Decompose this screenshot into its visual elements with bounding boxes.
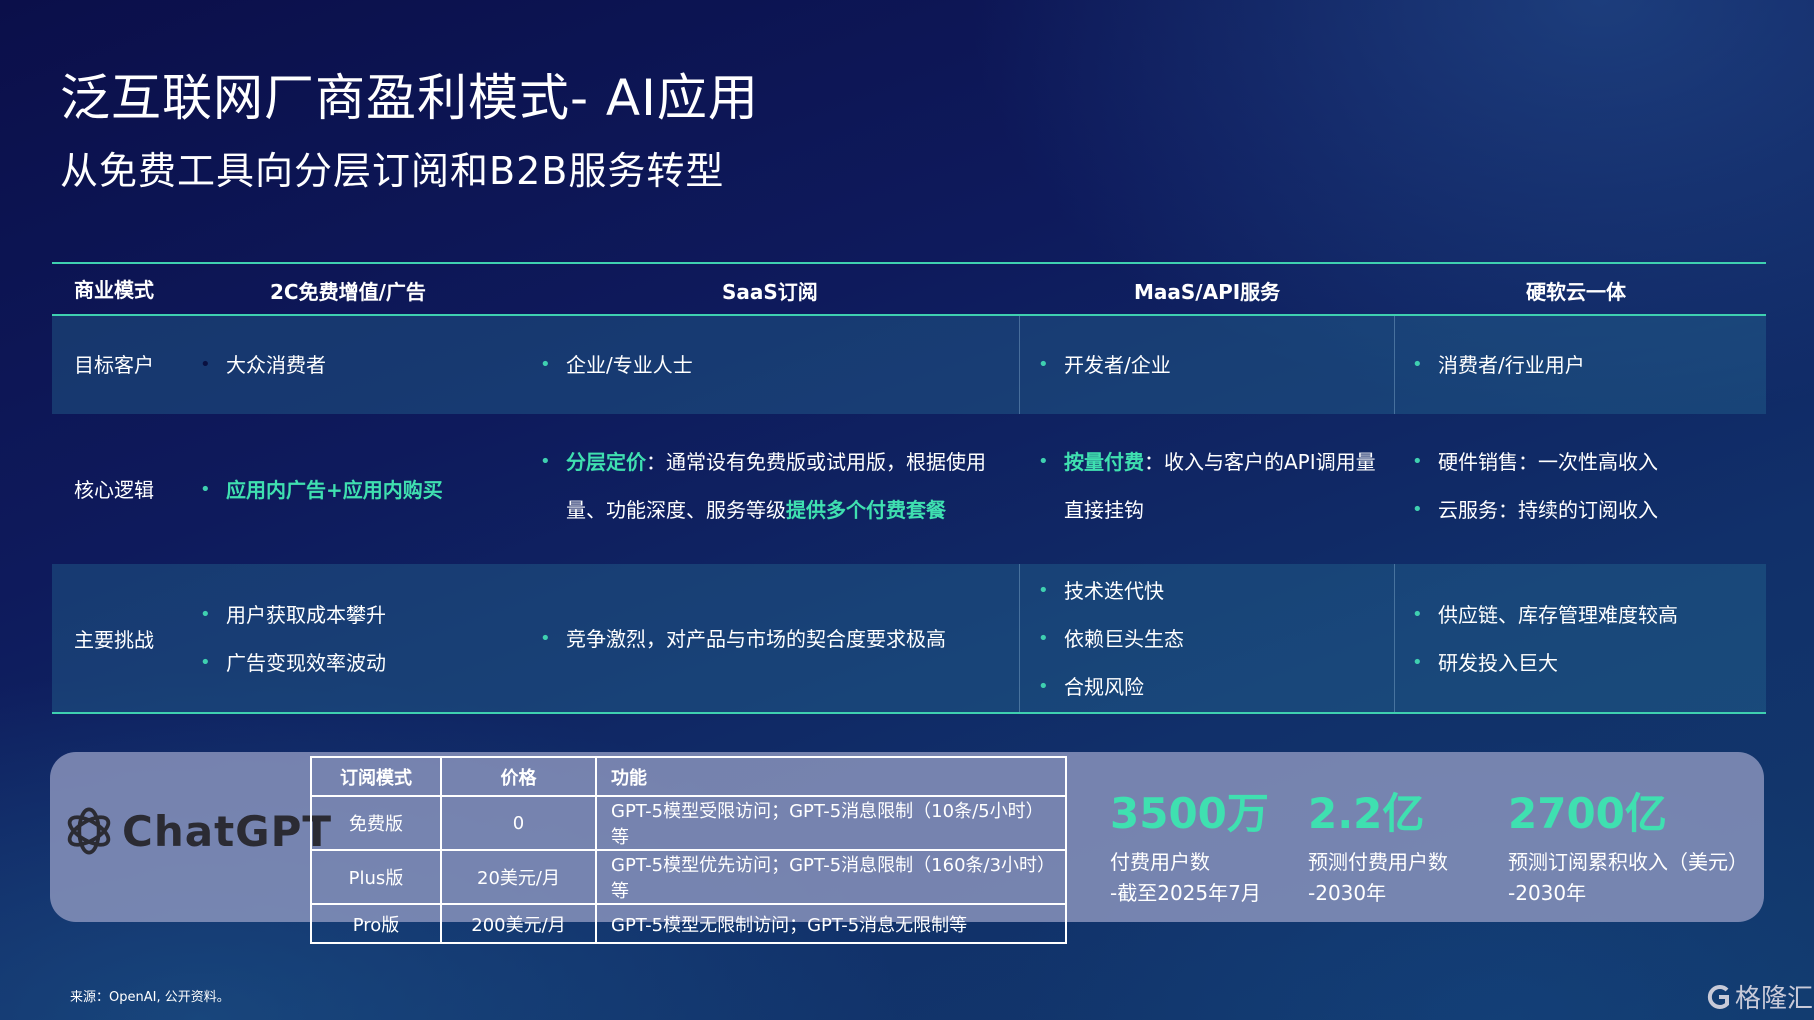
stat-label: 预测订阅累积收入（美元） bbox=[1508, 850, 1748, 874]
page-title: 泛互联网厂商盈利模式- AI应用 bbox=[60, 69, 759, 127]
header-col-saas: SaaS订阅 bbox=[722, 280, 818, 304]
plan-name: Pro版 bbox=[310, 903, 442, 944]
table-row-logic: 核心逻辑 应用内广告+应用内购买 分层定价：通常设有免费版或试用版，根据使用量、… bbox=[52, 414, 1766, 564]
source-note: 来源：OpenAI, 公开资料。 bbox=[70, 990, 230, 1005]
table-header: 商业模式 2C免费增值/广告 SaaS订阅 MaaS/API服务 硬软云一体 bbox=[52, 262, 1766, 316]
challenge-2c-1: 用户获取成本攀升 bbox=[200, 591, 386, 639]
subscription-header-row: 订阅模式 价格 功能 bbox=[310, 756, 1067, 797]
chatgpt-logo: ChatGPT bbox=[62, 804, 332, 858]
challenge-maas-2: 依赖巨头生态 bbox=[1038, 615, 1184, 663]
plan-price: 200美元/月 bbox=[440, 903, 597, 944]
header-col-hardware: 硬软云一体 bbox=[1526, 280, 1626, 304]
brand-name: 格隆汇 bbox=[1735, 984, 1814, 1014]
plan-name: Plus版 bbox=[310, 849, 442, 905]
challenge-saas: 竞争激烈，对产品与市场的契合度要求极高 bbox=[540, 615, 946, 663]
table-row-target: 目标客户 大众消费者 企业/专业人士 开发者/企业 消费者/行业用户 bbox=[52, 316, 1766, 414]
plan-name: 免费版 bbox=[310, 795, 442, 851]
table-row-challenge: 主要挑战 用户获取成本攀升 广告变现效率波动 竞争激烈，对产品与市场的契合度要求… bbox=[52, 564, 1766, 714]
plan-features: GPT-5模型无限制访问；GPT-5消息无限制等 bbox=[595, 903, 1067, 944]
row-label-logic: 核心逻辑 bbox=[74, 478, 154, 502]
stat-note: -截至2025年7月 bbox=[1110, 881, 1261, 905]
stat-forecast-revenue: 2700亿 预测订阅累积收入（美元） -2030年 bbox=[1508, 780, 1748, 909]
row-label-challenge: 主要挑战 bbox=[74, 628, 154, 652]
stat-label: 预测付费用户数 bbox=[1308, 850, 1448, 874]
stat-note: -2030年 bbox=[1308, 881, 1387, 905]
plan-price: 20美元/月 bbox=[440, 849, 597, 905]
logic-hardware-1: 硬件销售：一次性高收入 bbox=[1412, 438, 1658, 486]
chatgpt-panel: ChatGPT 订阅模式 价格 功能 免费版 0 GPT-5模型受限访问；GPT… bbox=[50, 752, 1764, 944]
row-label-target: 目标客户 bbox=[74, 353, 154, 377]
table-row: Plus版 20美元/月 GPT-5模型优先访问；GPT-5消息限制（160条/… bbox=[310, 849, 1067, 905]
chatgpt-logo-text: ChatGPT bbox=[122, 806, 333, 856]
target-maas: 开发者/企业 bbox=[1038, 341, 1171, 389]
stat-forecast-users: 2.2亿 预测付费用户数 -2030年 bbox=[1308, 780, 1448, 909]
page-subtitle: 从免费工具向分层订阅和B2B服务转型 bbox=[60, 149, 725, 193]
logic-saas: 分层定价：通常设有免费版或试用版，根据使用量、功能深度、服务等级提供多个付费套餐 bbox=[540, 438, 1010, 534]
stat-value: 2.2亿 bbox=[1308, 789, 1425, 838]
stat-value: 2700亿 bbox=[1508, 789, 1667, 838]
stat-label: 付费用户数 bbox=[1110, 850, 1210, 874]
challenge-hardware-2: 研发投入巨大 bbox=[1412, 639, 1678, 687]
header-col-2c: 2C免费增值/广告 bbox=[270, 280, 426, 304]
stat-value: 3500万 bbox=[1110, 789, 1269, 838]
header-label: 商业模式 bbox=[74, 278, 154, 302]
logic-2c: 应用内广告+应用内购买 bbox=[226, 478, 443, 502]
brand-watermark: 格隆汇 bbox=[1705, 978, 1813, 1015]
sub-header-price: 价格 bbox=[440, 756, 597, 797]
header-col-maas: MaaS/API服务 bbox=[1134, 280, 1281, 304]
logic-maas: 按量付费：收入与客户的API调用量直接挂钩 bbox=[1038, 438, 1383, 534]
stat-paid-users: 3500万 付费用户数 -截至2025年7月 bbox=[1110, 780, 1269, 909]
sub-header-plan: 订阅模式 bbox=[310, 756, 442, 797]
target-saas: 企业/专业人士 bbox=[540, 341, 693, 389]
plan-features: GPT-5模型优先访问；GPT-5消息限制（160条/3小时）等 bbox=[595, 849, 1067, 905]
logic-hardware-2: 云服务：持续的订阅收入 bbox=[1412, 486, 1658, 534]
table-row: Pro版 200美元/月 GPT-5模型无限制访问；GPT-5消息无限制等 bbox=[310, 903, 1067, 944]
sub-header-features: 功能 bbox=[595, 756, 1067, 797]
target-2c: 大众消费者 bbox=[200, 341, 326, 389]
openai-knot-icon bbox=[67, 807, 111, 855]
brand-logo-icon bbox=[1707, 984, 1729, 1009]
challenge-maas-1: 技术迭代快 bbox=[1038, 567, 1184, 615]
subscription-table: 订阅模式 价格 功能 免费版 0 GPT-5模型受限访问；GPT-5消息限制（1… bbox=[310, 756, 1067, 944]
challenge-hardware-1: 供应链、库存管理难度较高 bbox=[1412, 591, 1678, 639]
stat-note: -2030年 bbox=[1508, 881, 1587, 905]
business-model-table: 商业模式 2C免费增值/广告 SaaS订阅 MaaS/API服务 硬软云一体 目… bbox=[52, 262, 1766, 714]
table-row: 免费版 0 GPT-5模型受限访问；GPT-5消息限制（10条/5小时）等 bbox=[310, 795, 1067, 851]
challenge-maas-3: 合规风险 bbox=[1038, 663, 1184, 711]
challenge-2c-2: 广告变现效率波动 bbox=[200, 639, 386, 687]
target-hardware: 消费者/行业用户 bbox=[1412, 341, 1585, 389]
plan-price: 0 bbox=[440, 795, 597, 851]
plan-features: GPT-5模型受限访问；GPT-5消息限制（10条/5小时）等 bbox=[595, 795, 1067, 851]
